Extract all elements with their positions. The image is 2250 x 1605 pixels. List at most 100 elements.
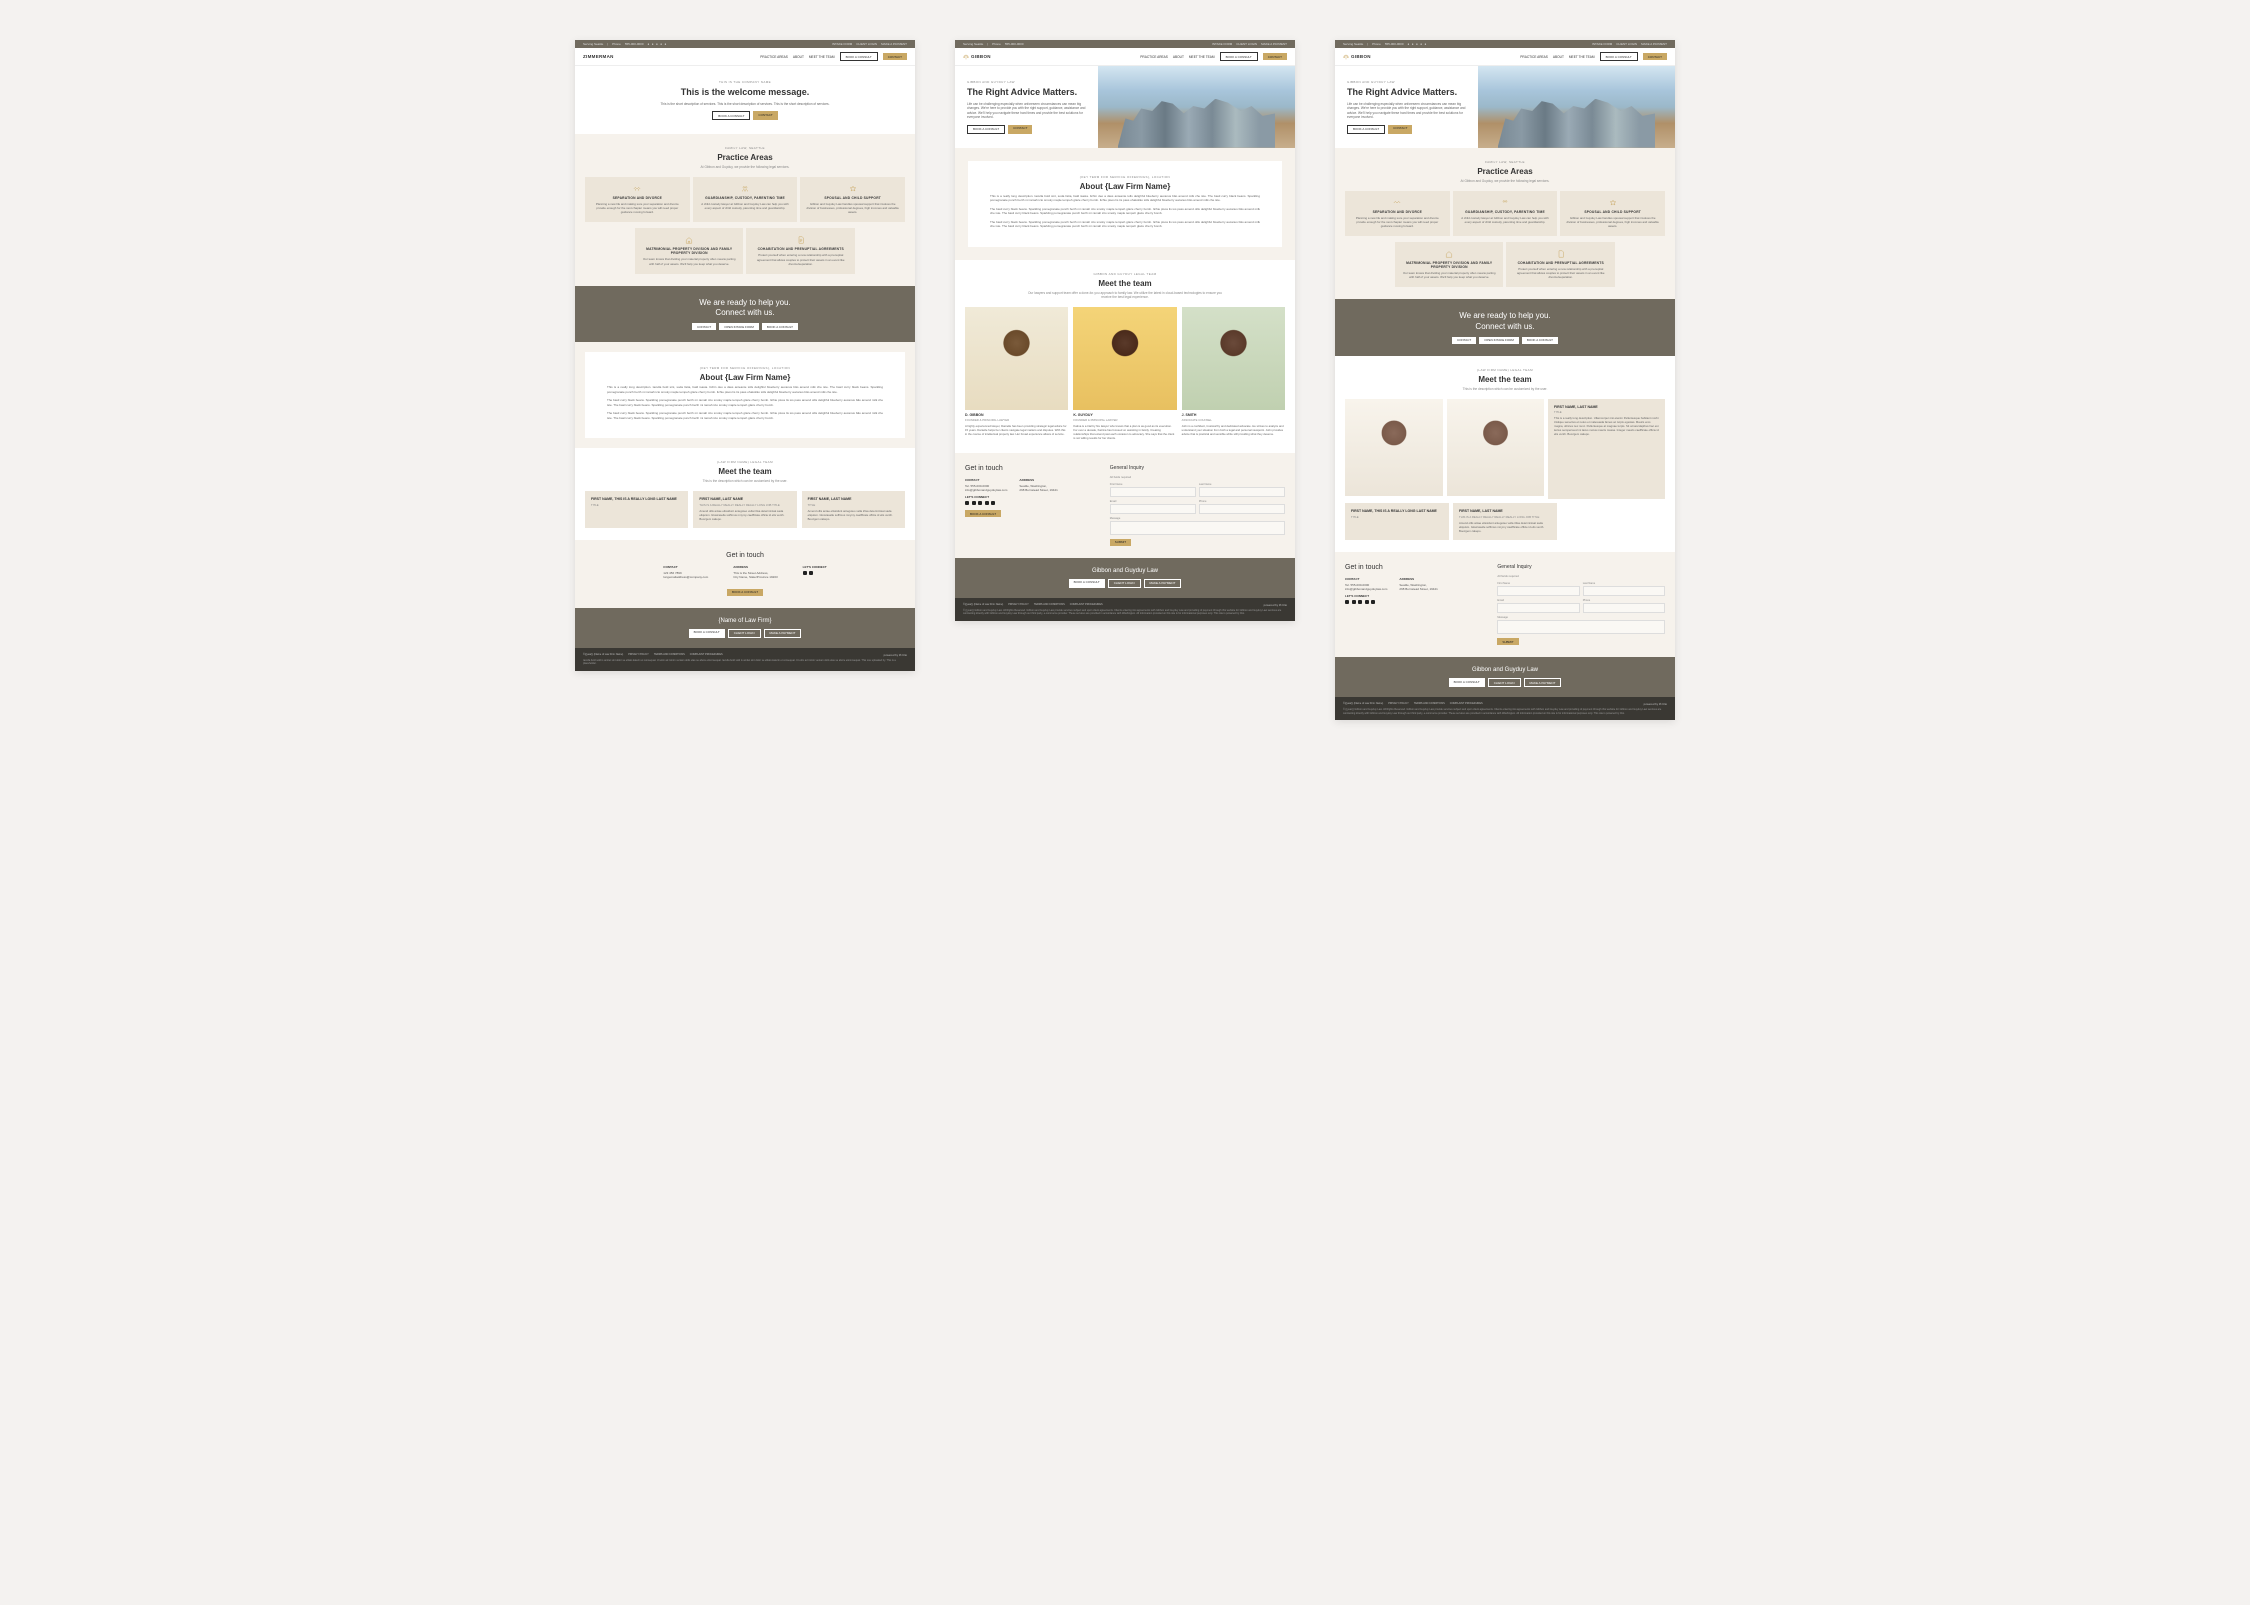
footer-link[interactable]: COMPLAINT PROCEDURES: [690, 653, 723, 657]
footer-link[interactable]: PRIVACY POLICY: [1388, 702, 1409, 706]
footer-link[interactable]: TERMS AND CONDITIONS: [654, 653, 685, 657]
phone-number[interactable]: 555-000-0000: [625, 42, 644, 46]
footer-payment-button[interactable]: MAKE A PAYMENT: [764, 629, 802, 638]
footer-payment-button[interactable]: MAKE A PAYMENT: [1144, 579, 1182, 588]
util-link-intake[interactable]: INTAKE FORM: [1592, 42, 1612, 46]
practice-card[interactable]: MATRIMONIAL PROPERTY DIVISION AND FAMILY…: [635, 228, 743, 273]
footer-link[interactable]: COMPLAINT PROCEDURES: [1070, 603, 1103, 607]
powered-by[interactable]: powered by ⚖ Clio: [1644, 702, 1667, 706]
nav-contact-button[interactable]: CONTACT: [883, 53, 907, 60]
nav-about[interactable]: ABOUT: [793, 55, 804, 59]
nav-book-button[interactable]: BOOK A CONSULT: [1220, 52, 1258, 61]
contact-book-button[interactable]: BOOK A CONSULT: [965, 510, 1001, 517]
util-link-payment[interactable]: MAKE A PAYMENT: [1261, 42, 1287, 46]
nav-contact-button[interactable]: CONTACT: [1263, 53, 1287, 60]
powered-by[interactable]: powered by ⚖ Clio: [884, 653, 907, 657]
social-icon[interactable]: [1365, 600, 1369, 604]
nav-team[interactable]: MEET THE TEAM: [1569, 55, 1595, 59]
social-icon[interactable]: [1371, 600, 1375, 604]
util-link-login[interactable]: CLIENT LOGIN: [1616, 42, 1637, 46]
footer-book-button[interactable]: BOOK A CONSULT: [1069, 579, 1105, 588]
nav-practice[interactable]: PRACTICE AREAS: [1140, 55, 1168, 59]
nav-team[interactable]: MEET THE TEAM: [809, 55, 835, 59]
nav-about[interactable]: ABOUT: [1553, 55, 1564, 59]
social-icon[interactable]: [1358, 600, 1362, 604]
footer-link[interactable]: PRIVACY POLICY: [628, 653, 649, 657]
contact-book-button[interactable]: BOOK A CONSULT: [727, 589, 763, 596]
nav-team[interactable]: MEET THE TEAM: [1189, 55, 1215, 59]
footer-login-button[interactable]: CLIENT LOGIN: [1488, 678, 1521, 687]
nav-practice[interactable]: PRACTICE AREAS: [760, 55, 788, 59]
social-icon[interactable]: [972, 501, 976, 505]
social-dots[interactable]: ● ● ● ● ●: [648, 42, 668, 46]
footer-login-button[interactable]: CLIENT LOGIN: [728, 629, 761, 638]
last-name-input[interactable]: [1583, 586, 1665, 596]
hero-contact-button[interactable]: CONTACT: [753, 111, 777, 120]
social-icon[interactable]: [985, 501, 989, 505]
first-name-input[interactable]: [1497, 586, 1579, 596]
hero-contact-button[interactable]: CONTACT: [1388, 125, 1412, 134]
footer-link[interactable]: COMPLAINT PROCEDURES: [1450, 702, 1483, 706]
util-link-login[interactable]: CLIENT LOGIN: [1236, 42, 1257, 46]
cta-book-button[interactable]: BOOK A CONSULT: [762, 323, 798, 330]
email-input[interactable]: [1110, 504, 1196, 514]
footer-login-button[interactable]: CLIENT LOGIN: [1108, 579, 1141, 588]
cta-intake-button[interactable]: OPEN INTAKE FORM: [1479, 337, 1519, 344]
message-input[interactable]: [1497, 620, 1665, 634]
footer-link[interactable]: PRIVACY POLICY: [1008, 603, 1029, 607]
footer-link[interactable]: TERMS AND CONDITIONS: [1414, 702, 1445, 706]
logo[interactable]: ZIMMERMAN: [583, 54, 614, 59]
nav-contact-button[interactable]: CONTACT: [1643, 53, 1667, 60]
practice-card[interactable]: COHABITATION AND PRENUPTIAL AGREEMENTS P…: [746, 228, 855, 273]
social-icon[interactable]: [1345, 600, 1349, 604]
nav-about[interactable]: ABOUT: [1173, 55, 1184, 59]
practice-card[interactable]: MATRIMONIAL PROPERTY DIVISION AND FAMILY…: [1395, 242, 1503, 287]
phone-input[interactable]: [1583, 603, 1665, 613]
message-input[interactable]: [1110, 521, 1285, 535]
footer-payment-button[interactable]: MAKE A PAYMENT: [1524, 678, 1562, 687]
first-name-input[interactable]: [1110, 487, 1196, 497]
practice-card[interactable]: GUARDIANSHIP, CUSTODY, PARENTING TIMEA c…: [1453, 191, 1558, 236]
footer-link[interactable]: TERMS AND CONDITIONS: [1034, 603, 1065, 607]
util-link-intake[interactable]: INTAKE FORM: [832, 42, 852, 46]
cta-book-button[interactable]: BOOK A CONSULT: [1522, 337, 1558, 344]
social-icon[interactable]: [1352, 600, 1356, 604]
social-icon[interactable]: [803, 571, 807, 575]
logo[interactable]: GIBBON: [963, 54, 991, 60]
util-link-intake[interactable]: INTAKE FORM: [1212, 42, 1232, 46]
cta-contact-button[interactable]: CONTACT: [692, 323, 716, 330]
team-member-card: FIRST NAME, THIS IS A REALLY LONG LAST N…: [585, 491, 688, 528]
practice-card[interactable]: COHABITATION AND PRENUPTIAL AGREEMENTSPr…: [1506, 242, 1615, 287]
footer-book-button[interactable]: BOOK A CONSULT: [689, 629, 725, 638]
hero-contact-button[interactable]: CONTACT: [1008, 125, 1032, 134]
last-name-input[interactable]: [1199, 487, 1285, 497]
nav-practice[interactable]: PRACTICE AREAS: [1520, 55, 1548, 59]
phone-input[interactable]: [1199, 504, 1285, 514]
nav-book-button[interactable]: BOOK A CONSULT: [840, 52, 878, 61]
social-icon[interactable]: [991, 501, 995, 505]
footer-book-button[interactable]: BOOK A CONSULT: [1449, 678, 1485, 687]
cta-contact-button[interactable]: CONTACT: [1452, 337, 1476, 344]
practice-card[interactable]: GUARDIANSHIP, CUSTODY, PARENTING TIME A …: [693, 177, 798, 222]
hero-book-button[interactable]: BOOK A CONSULT: [1347, 125, 1385, 134]
util-link-payment[interactable]: MAKE A PAYMENT: [1641, 42, 1667, 46]
util-link-login[interactable]: CLIENT LOGIN: [856, 42, 877, 46]
hero-book-button[interactable]: BOOK A CONSULT: [712, 111, 750, 120]
hero-book-button[interactable]: BOOK A CONSULT: [967, 125, 1005, 134]
practice-card[interactable]: SEPARATION AND DIVORCE Planning a new li…: [585, 177, 690, 222]
email-input[interactable]: [1497, 603, 1579, 613]
logo[interactable]: GIBBON: [1343, 54, 1371, 60]
util-link-payment[interactable]: MAKE A PAYMENT: [881, 42, 907, 46]
practice-card[interactable]: SPOUSAL AND CHILD SUPPORTGibbon and Guyd…: [1560, 191, 1665, 236]
social-dots[interactable]: ● ● ● ● ●: [1408, 42, 1428, 46]
powered-by[interactable]: powered by ⚖ Clio: [1264, 603, 1287, 607]
social-icon[interactable]: [809, 571, 813, 575]
submit-button[interactable]: SUBMIT: [1497, 638, 1518, 645]
nav-book-button[interactable]: BOOK A CONSULT: [1600, 52, 1638, 61]
submit-button[interactable]: SUBMIT: [1110, 539, 1131, 546]
practice-card[interactable]: SEPARATION AND DIVORCEPlanning a new lif…: [1345, 191, 1450, 236]
practice-card[interactable]: SPOUSAL AND CHILD SUPPORT Gibbon and Guy…: [800, 177, 905, 222]
cta-intake-button[interactable]: OPEN INTAKE FORM: [719, 323, 759, 330]
social-icon[interactable]: [978, 501, 982, 505]
social-icon[interactable]: [965, 501, 969, 505]
